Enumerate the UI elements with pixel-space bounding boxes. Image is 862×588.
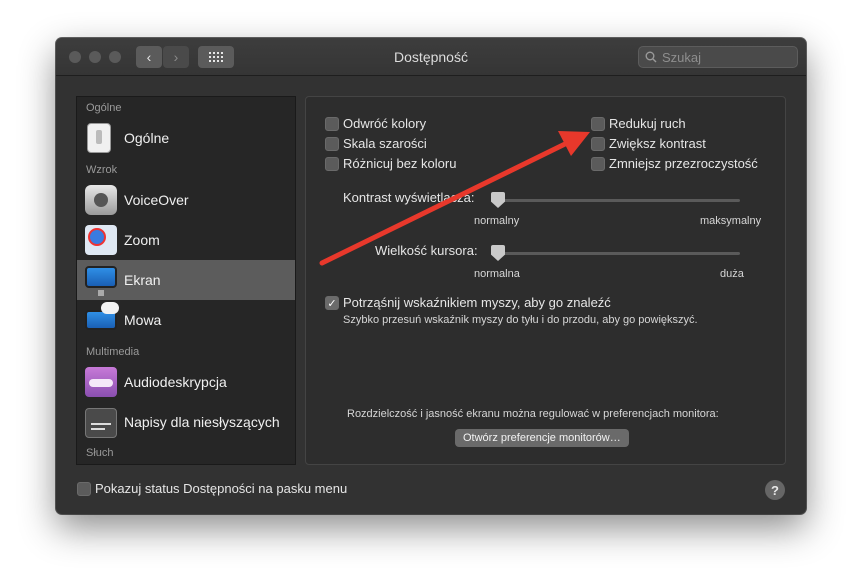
display-contrast-thumb[interactable] <box>491 192 505 208</box>
display-settings-panel: Odwróć kolory Skala szarości Różnicuj be… <box>305 96 786 465</box>
increase-contrast-label: Zwiększ kontrast <box>609 136 706 151</box>
sidebar-item-general[interactable]: Ogólne <box>77 118 295 158</box>
cursor-min-label: normalna <box>474 268 520 280</box>
help-button[interactable]: ? <box>765 480 785 500</box>
contrast-max-label: maksymalny <box>700 215 762 227</box>
search-icon <box>645 51 657 63</box>
increase-contrast-checkbox[interactable] <box>591 137 605 151</box>
preferences-window: ‹ › Dostępność Szukaj Ogólne Ogólne Wzro… <box>56 38 806 514</box>
sidebar-item-display[interactable]: Ekran <box>77 260 295 300</box>
switch-icon <box>87 123 111 153</box>
cursor-size-label: Wielkość kursora: <box>375 243 478 258</box>
differentiate-without-color-checkbox[interactable] <box>325 157 339 171</box>
cursor-size-slider[interactable] <box>494 252 740 255</box>
audio-description-icon <box>85 367 117 397</box>
reduce-transparency-checkbox[interactable] <box>591 157 605 171</box>
sidebar-item-speech[interactable]: Mowa <box>77 300 295 340</box>
reduce-motion-label: Redukuj ruch <box>609 116 686 131</box>
search-field[interactable]: Szukaj <box>638 46 798 68</box>
grayscale-checkbox[interactable] <box>325 137 339 151</box>
zoom-icon <box>85 225 117 255</box>
voiceover-icon <box>85 185 117 215</box>
reduce-transparency-label: Zmniejsz przezroczystość <box>609 156 758 171</box>
sidebar-item-label: Ekran <box>124 272 161 288</box>
grayscale-label: Skala szarości <box>343 136 427 151</box>
sidebar-item-zoom[interactable]: Zoom <box>77 220 295 260</box>
sidebar-item-voiceover[interactable]: VoiceOver <box>77 180 295 220</box>
shake-to-locate-description: Szybko przesuń wskaźnik myszy do tyłu i … <box>343 314 698 326</box>
display-contrast-slider[interactable] <box>494 199 740 202</box>
differentiate-without-color-label: Różnicuj bez koloru <box>343 156 457 171</box>
sidebar-item-label: Zoom <box>124 232 160 248</box>
monitor-preferences-note: Rozdzielczość i jasność ekranu można reg… <box>347 408 719 420</box>
cursor-max-label: duża <box>720 268 744 280</box>
sidebar-item-captions[interactable]: Napisy dla niesłyszących <box>77 402 295 442</box>
sidebar-item-label: VoiceOver <box>124 192 189 208</box>
title-bar: ‹ › Dostępność Szukaj <box>56 38 806 76</box>
display-icon <box>85 266 117 296</box>
sidebar-header-media: Multimedia <box>86 346 140 358</box>
sidebar-header-general: Ogólne <box>86 102 122 114</box>
shake-to-locate-label: Potrząśnij wskaźnikiem myszy, aby go zna… <box>343 295 611 310</box>
show-status-in-menu-bar-checkbox[interactable] <box>77 482 91 496</box>
contrast-min-label: normalny <box>474 215 520 227</box>
sidebar-item-label: Audiodeskrypcja <box>124 374 227 390</box>
checkmark-icon: ✓ <box>327 297 337 310</box>
sidebar-item-label: Mowa <box>124 312 162 328</box>
show-status-in-menu-bar-label: Pokazuj status Dostępności na pasku menu <box>95 481 348 496</box>
sidebar-header-hearing: Słuch <box>86 447 114 459</box>
shake-to-locate-checkbox[interactable]: ✓ <box>325 296 339 310</box>
search-placeholder: Szukaj <box>662 49 702 65</box>
speech-icon <box>85 302 119 330</box>
sidebar-item-label: Napisy dla niesłyszących <box>124 414 280 430</box>
open-display-preferences-button[interactable]: Otwórz preferencje monitorów… <box>455 429 629 447</box>
cursor-size-thumb[interactable] <box>491 245 505 261</box>
display-contrast-label: Kontrast wyświetlacza: <box>343 190 475 205</box>
captions-icon <box>85 408 117 438</box>
sidebar-header-vision: Wzrok <box>86 164 118 176</box>
sidebar: Ogólne Ogólne Wzrok VoiceOver Zoom Ekran <box>76 96 296 465</box>
sidebar-item-label: Ogólne <box>124 130 170 146</box>
reduce-motion-checkbox[interactable] <box>591 117 605 131</box>
sidebar-item-audio-description[interactable]: Audiodeskrypcja <box>77 362 295 402</box>
invert-colors-checkbox[interactable] <box>325 117 339 131</box>
invert-colors-label: Odwróć kolory <box>343 116 427 131</box>
